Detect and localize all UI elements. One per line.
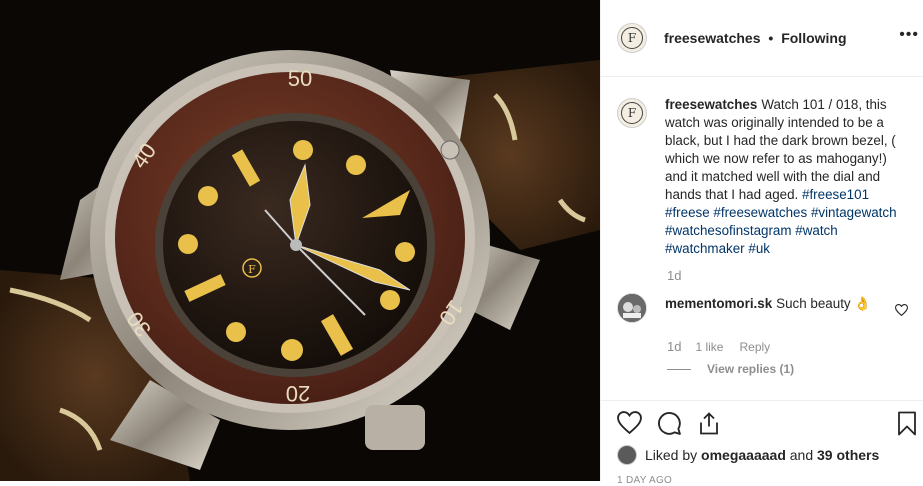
more-icon[interactable]: ••• [899,26,919,44]
view-replies[interactable]: View replies (1) [667,362,923,376]
liker-username[interactable]: omegaaaaad [701,447,786,463]
comment-like-icon[interactable] [894,303,909,321]
hashtag-link[interactable]: #freese [665,205,710,220]
hashtag-link[interactable]: #freesewatches [713,205,807,220]
following-button[interactable]: Following [781,30,846,46]
commenter-username[interactable]: mementomori.sk [665,296,772,311]
caption-username[interactable]: freesewatches [665,97,757,112]
avatar[interactable]: F [617,23,647,53]
post-side-panel: F freesewatches • Following ••• F freese… [600,0,923,486]
caption-time[interactable]: 1d [667,268,923,283]
comment-row: mementomori.sk Such beauty 👌 [601,293,923,323]
dial-logo: F [248,263,256,276]
comment-time[interactable]: 1d [667,339,681,354]
hashtag-link[interactable]: #watchesofinstagram [665,223,792,238]
bezel-mark-50: 50 [288,66,312,91]
comments-section: F freesewatches Watch 101 / 018, this wat… [601,86,923,376]
caption-avatar[interactable]: F [617,98,647,128]
reply-button[interactable]: Reply [739,340,770,354]
likes-prefix: Liked by [645,447,698,463]
replies-divider [667,368,691,370]
bookmark-icon[interactable] [897,411,917,441]
hashtag-link[interactable]: #watchmaker [665,241,745,256]
caption-text: freesewatches Watch 101 / 018, this watch… [665,96,905,258]
liker-avatar[interactable] [617,445,637,465]
post-image[interactable]: 50 40 30 20 10 F [0,0,600,481]
hashtag-link[interactable]: #uk [748,241,770,256]
post-header: F freesewatches • Following ••• [601,0,923,77]
likes-and: and [789,447,814,463]
likes-others-link[interactable]: 39 others [817,447,879,463]
header-text: freesewatches • Following [664,30,847,46]
caption: F freesewatches Watch 101 / 018, this wat… [601,86,923,258]
commenter-avatar[interactable] [617,293,647,323]
separator-dot: • [768,30,774,46]
header-username[interactable]: freesewatches [664,30,761,46]
comment-text: mementomori.sk Such beauty 👌 [665,295,871,323]
comment-meta: 1d 1 like Reply [667,339,923,354]
action-bar [601,400,923,441]
heart-icon[interactable] [617,411,642,439]
comment-like-count[interactable]: 1 like [695,340,723,354]
view-replies-label[interactable]: View replies (1) [707,362,794,376]
crown [365,405,425,450]
watch-photo: 50 40 30 20 10 F [0,0,600,481]
hashtag-link[interactable]: #freese101 [802,187,869,202]
share-icon[interactable] [697,411,721,441]
comment-body: Such beauty 👌 [776,296,872,311]
bezel-mark-20: 20 [286,381,310,406]
hashtag-link[interactable]: #watch [795,223,837,238]
hashtag-link[interactable]: #vintagewatch [811,205,897,220]
likes-summary: Liked by omegaaaaad and 39 others [617,445,879,465]
comment-icon[interactable] [657,411,682,441]
